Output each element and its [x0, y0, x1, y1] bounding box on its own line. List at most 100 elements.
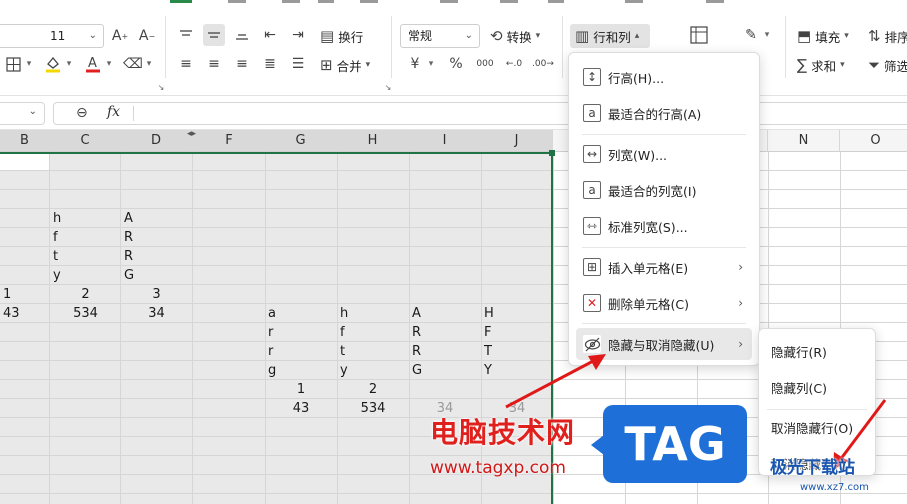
cell-d4[interactable]: A: [124, 209, 133, 228]
chevron-down-icon[interactable]: ▾: [64, 53, 74, 75]
cell-h13[interactable]: 2: [337, 380, 409, 399]
cell-g11[interactable]: r: [268, 342, 273, 361]
column-header-c[interactable]: C: [50, 130, 121, 152]
menu-item-delete-cells[interactable]: ✕ 删除单元格(C) ›: [576, 287, 752, 319]
cell-d9[interactable]: 34: [121, 304, 192, 323]
tab-data[interactable]: [360, 0, 378, 3]
zoom-formula-icon[interactable]: ⊖: [76, 105, 88, 121]
justify-icon[interactable]: ≣: [259, 53, 281, 75]
wrap-text-button[interactable]: ▤ 换行: [320, 24, 363, 48]
cell-j10[interactable]: F: [484, 323, 491, 342]
convert-button[interactable]: ⟲ 转换 ▾: [490, 24, 540, 48]
column-header-h[interactable]: H: [337, 130, 409, 152]
cell-b9[interactable]: 43: [3, 304, 20, 323]
tab-efficiency[interactable]: [706, 0, 724, 3]
font-size-select[interactable]: 11 ⌄: [0, 24, 104, 48]
fx-icon[interactable]: fx: [107, 104, 120, 120]
currency-icon[interactable]: ¥: [404, 53, 426, 75]
column-header-f[interactable]: F: [194, 130, 265, 152]
column-header-g[interactable]: G: [265, 130, 337, 152]
eraser-icon[interactable]: ⌫: [122, 53, 144, 75]
align-right-icon[interactable]: ≡: [231, 53, 253, 75]
rows-columns-button[interactable]: ▥ 行和列 ▴: [570, 24, 650, 48]
decrease-font-icon[interactable]: A −: [136, 25, 158, 47]
column-header-b[interactable]: B: [0, 130, 50, 152]
cell-b8[interactable]: 1: [3, 285, 11, 304]
align-left-icon[interactable]: ≡: [175, 53, 197, 75]
submenu-item-unhide-rows[interactable]: 取消隐藏行(O): [771, 417, 853, 441]
font-color-icon[interactable]: A: [82, 53, 104, 75]
cell-c9[interactable]: 534: [50, 304, 121, 323]
cell-d8[interactable]: 3: [121, 285, 192, 304]
active-cell[interactable]: [0, 152, 49, 171]
increase-indent-icon[interactable]: ⇥: [287, 24, 309, 46]
cell-d7[interactable]: G: [124, 266, 134, 285]
border-icon[interactable]: [2, 53, 24, 75]
sum-button[interactable]: ∑ 求和 ▾: [797, 53, 845, 77]
cell-i11[interactable]: R: [412, 342, 421, 361]
cell-h14[interactable]: 534: [337, 399, 409, 418]
tab-member[interactable]: [625, 0, 643, 3]
distributed-align-icon[interactable]: ☰: [287, 53, 309, 75]
tab-tools[interactable]: [548, 0, 564, 3]
menu-item-autofit-column[interactable]: a 最适合的列宽(I): [576, 174, 752, 206]
submenu-item-hide-columns[interactable]: 隐藏列(C): [771, 377, 827, 401]
submenu-item-hide-rows[interactable]: 隐藏行(R): [771, 341, 827, 365]
cell-i10[interactable]: R: [412, 323, 421, 342]
cell-c6[interactable]: t: [53, 247, 58, 266]
cell-g14[interactable]: 43: [265, 399, 337, 418]
chevron-down-icon[interactable]: ▾: [426, 53, 436, 75]
alignment-dialog-launcher-icon[interactable]: ↘: [383, 76, 393, 98]
freeze-pane-icon[interactable]: [688, 24, 710, 46]
column-resize-handle-icon[interactable]: ◂▸: [187, 130, 196, 139]
cell-g9[interactable]: a: [268, 304, 276, 323]
cell-c7[interactable]: y: [53, 266, 61, 285]
cell-g13[interactable]: 1: [265, 380, 337, 399]
increase-font-icon[interactable]: A +: [109, 25, 131, 47]
menu-item-standard-width[interactable]: ⇿ 标准列宽(S)...: [576, 210, 752, 242]
chevron-down-icon[interactable]: ▾: [144, 53, 154, 75]
menu-item-row-height[interactable]: ↕ 行高(H)...: [576, 61, 752, 93]
cell-h11[interactable]: t: [340, 342, 345, 361]
cell-h9[interactable]: h: [340, 304, 348, 323]
align-middle-icon[interactable]: [203, 24, 225, 46]
column-header-j[interactable]: J: [481, 130, 553, 152]
tab-view[interactable]: [500, 0, 518, 3]
chevron-down-icon[interactable]: ▾: [104, 53, 114, 75]
cell-g12[interactable]: g: [268, 361, 276, 380]
cell-j11[interactable]: T: [484, 342, 492, 361]
cell-c8[interactable]: 2: [50, 285, 121, 304]
cell-d5[interactable]: R: [124, 228, 133, 247]
fill-handle[interactable]: [549, 150, 555, 156]
column-header-n[interactable]: N: [768, 130, 840, 152]
decrease-decimal-icon[interactable]: .00→: [532, 53, 554, 75]
column-header-d[interactable]: D: [121, 130, 192, 152]
tab-review[interactable]: [440, 0, 458, 3]
filter-button[interactable]: ⏷ 筛选: [868, 53, 907, 77]
menu-item-hide-unhide[interactable]: 隐藏与取消隐藏(U) ›: [576, 328, 752, 360]
formula-input-area[interactable]: ⊖ fx: [53, 102, 907, 125]
cell-c4[interactable]: h: [53, 209, 61, 228]
fill-color-icon[interactable]: [42, 53, 64, 75]
tab-layout[interactable]: [282, 0, 300, 3]
align-top-icon[interactable]: [175, 24, 197, 46]
cell-h10[interactable]: f: [340, 323, 345, 342]
cell-j9[interactable]: H: [484, 304, 494, 323]
cell-i12[interactable]: G: [412, 361, 422, 380]
format-painter-icon[interactable]: ✎: [740, 24, 762, 46]
sort-button[interactable]: ⇅ 排序: [868, 24, 907, 48]
align-bottom-icon[interactable]: [231, 24, 253, 46]
column-header-i[interactable]: I: [409, 130, 481, 152]
column-header-o[interactable]: O: [840, 130, 907, 152]
align-center-icon[interactable]: ≡: [203, 53, 225, 75]
cell-g10[interactable]: r: [268, 323, 273, 342]
name-box[interactable]: ⌄: [0, 102, 45, 125]
tab-start-active[interactable]: [170, 0, 192, 3]
decrease-indent-icon[interactable]: ⇤: [259, 24, 281, 46]
menu-item-insert-cells[interactable]: ⊞ 插入单元格(E) ›: [576, 251, 752, 283]
cell-i9[interactable]: A: [412, 304, 421, 323]
font-dialog-launcher-icon[interactable]: ↘: [156, 76, 166, 98]
cell-j12[interactable]: Y: [484, 361, 492, 380]
cell-d6[interactable]: R: [124, 247, 133, 266]
merge-button[interactable]: ⊞ 合并 ▾: [320, 53, 370, 77]
